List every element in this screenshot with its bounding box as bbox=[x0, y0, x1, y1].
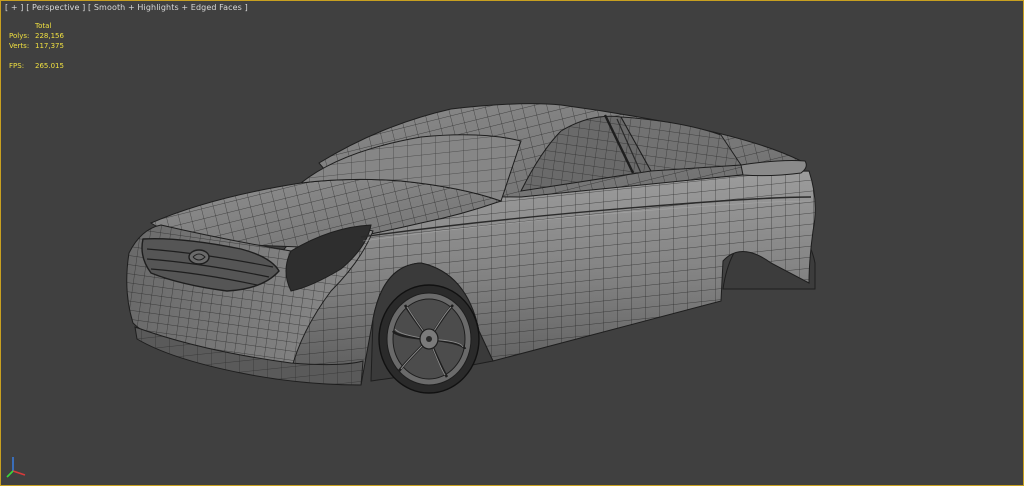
viewport-point-of-view-menu[interactable]: [ Perspective ] bbox=[26, 3, 85, 12]
fps-label: FPS: bbox=[9, 62, 25, 70]
verts-label: Verts: bbox=[9, 42, 30, 50]
car-model-mesh[interactable] bbox=[1, 1, 1023, 485]
polys-label: Polys: bbox=[9, 32, 30, 40]
fps-value: 265.015 bbox=[35, 62, 64, 70]
axis-gizmo-icon bbox=[6, 457, 26, 478]
y-axis-icon bbox=[6, 470, 14, 478]
stats-total-header: Total bbox=[35, 22, 52, 30]
viewport-menu-plus[interactable]: [ + ] bbox=[5, 3, 24, 12]
perspective-viewport[interactable]: [ + ] [ Perspective ] [ Smooth + Highlig… bbox=[0, 0, 1024, 486]
viewport-shading-menu[interactable]: [ Smooth + Highlights + Edged Faces ] bbox=[88, 3, 248, 12]
brand-emblem bbox=[188, 249, 210, 265]
x-axis-icon bbox=[12, 470, 26, 476]
viewport-label[interactable]: [ + ] [ Perspective ] [ Smooth + Highlig… bbox=[5, 3, 248, 12]
polys-value: 228,156 bbox=[35, 32, 64, 40]
front-wheel[interactable] bbox=[378, 284, 480, 394]
verts-value: 117,375 bbox=[35, 42, 64, 50]
